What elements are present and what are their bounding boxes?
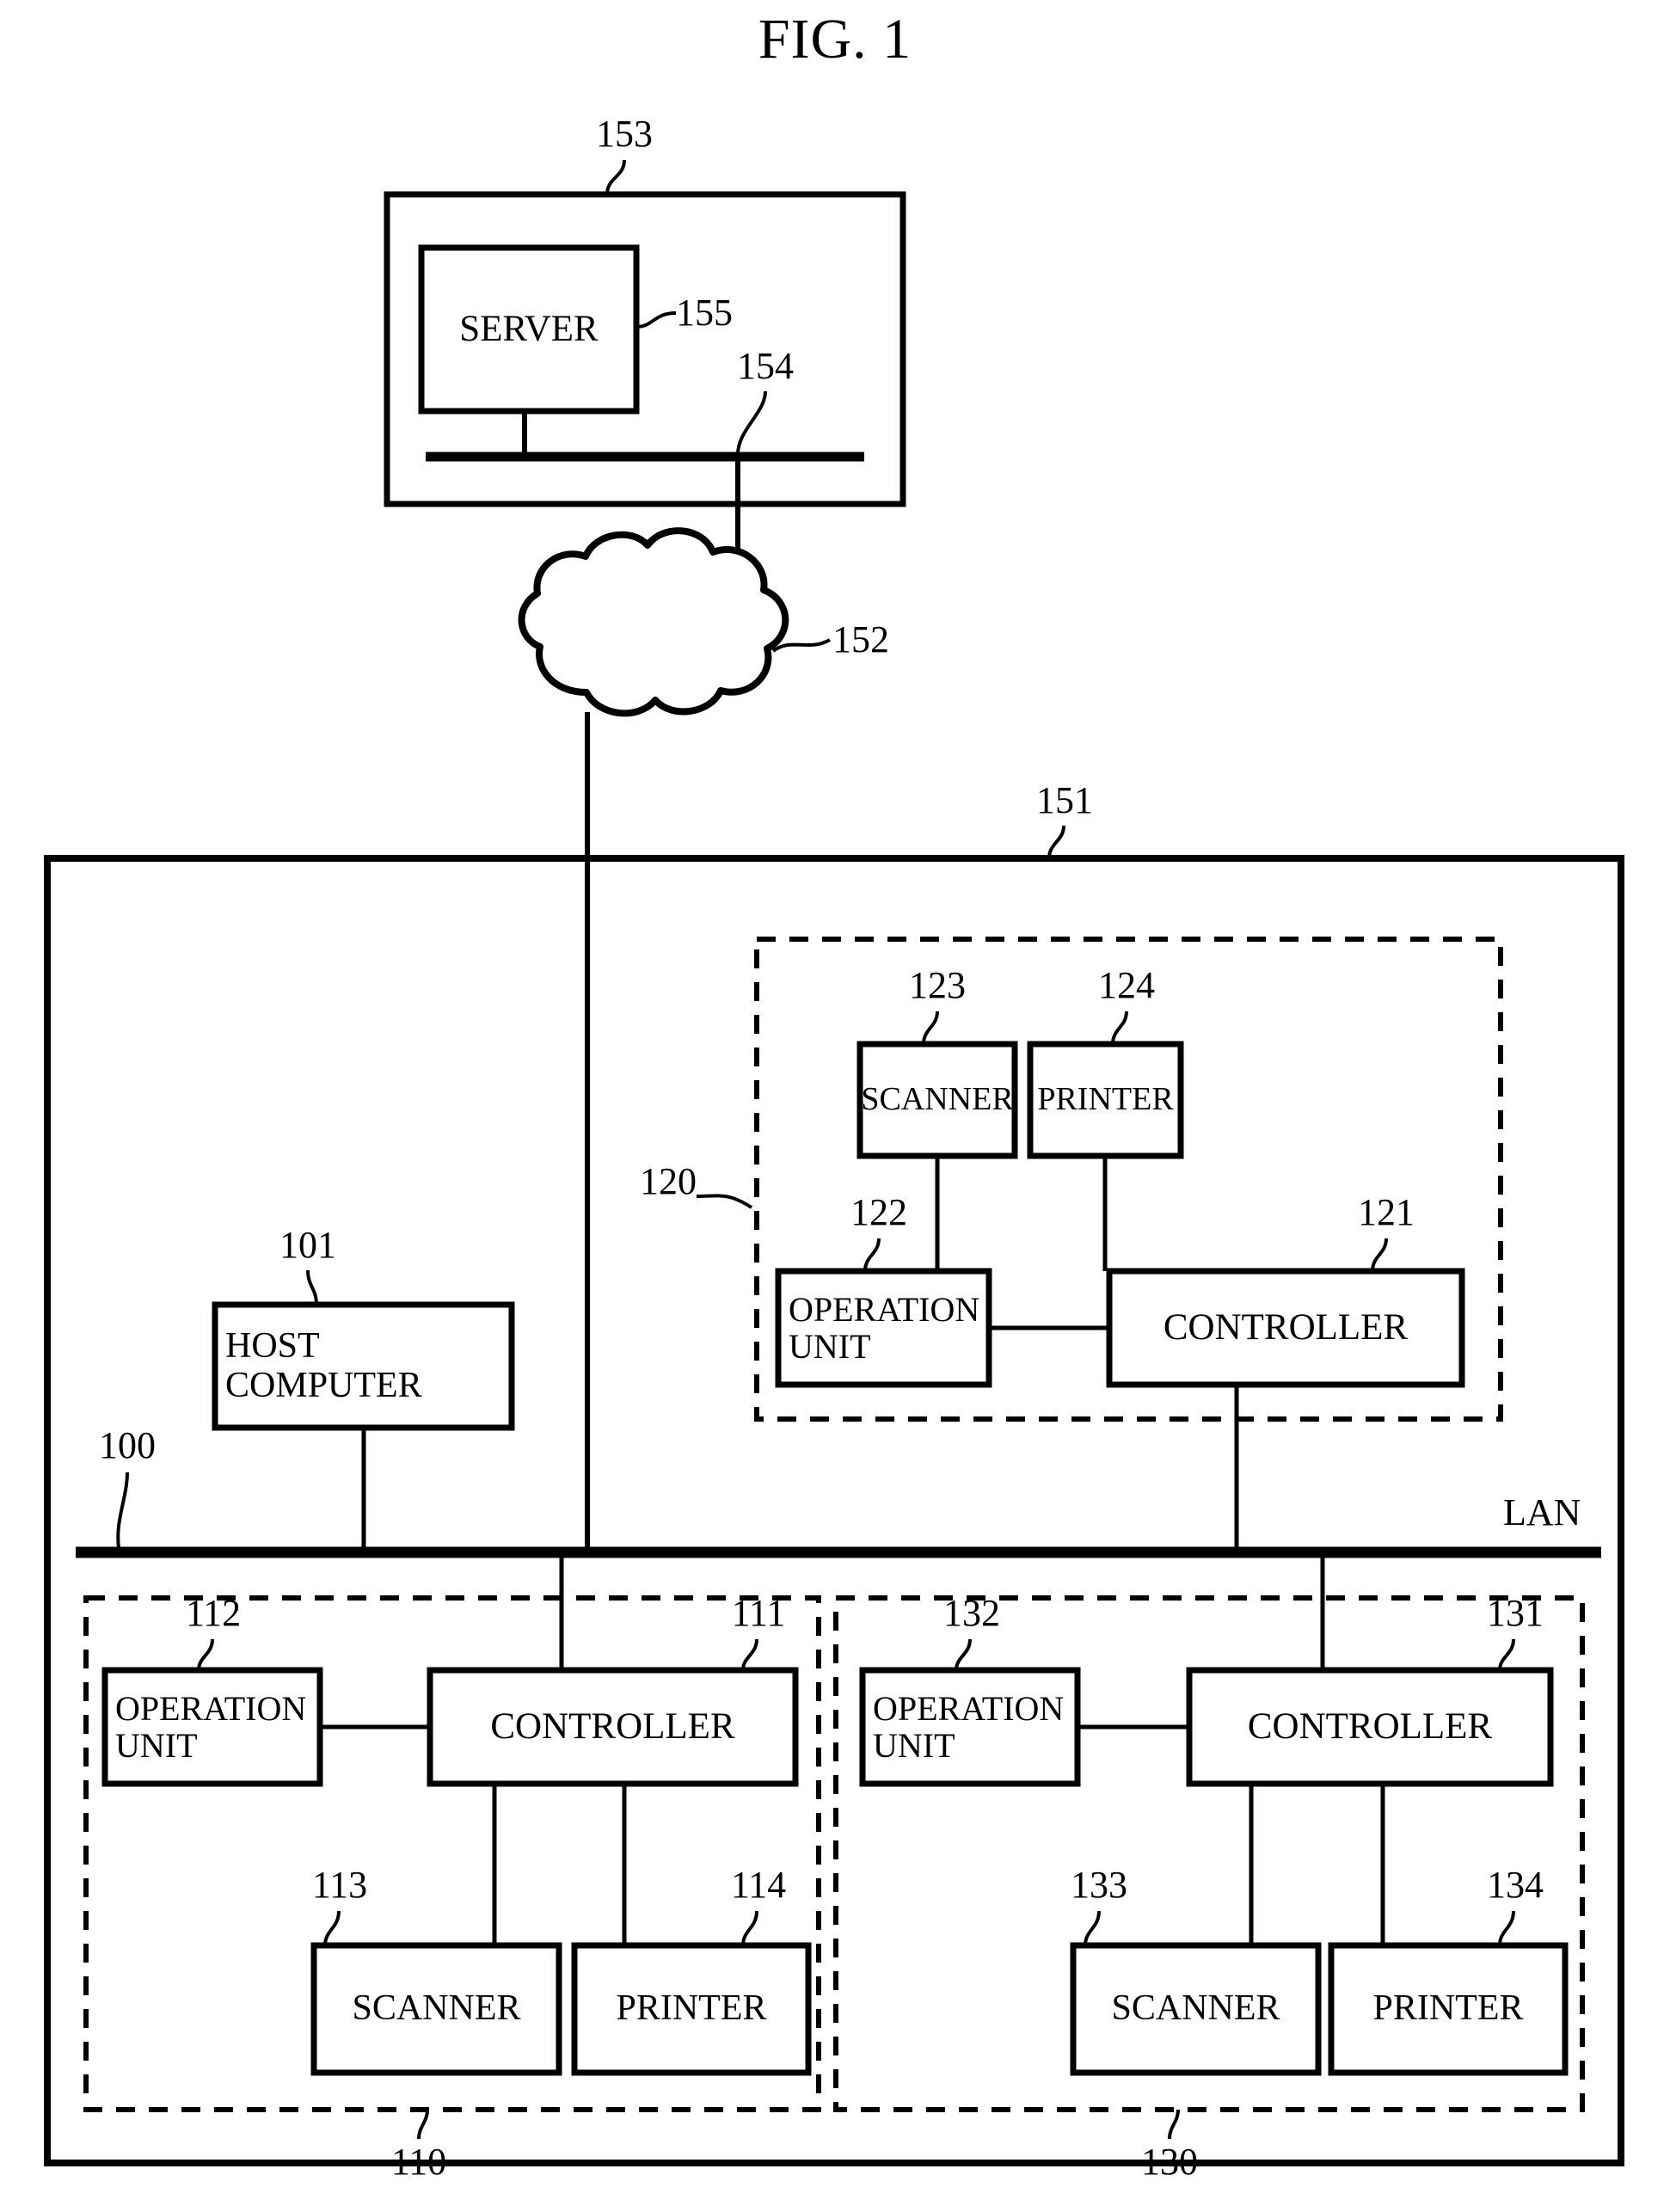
leader-134 bbox=[1498, 1910, 1515, 1946]
leader-110 bbox=[417, 2109, 429, 2140]
mfp-130-controller-label: CONTROLLER bbox=[1247, 1705, 1493, 1747]
leader-120 bbox=[696, 1194, 753, 1209]
leader-133 bbox=[1084, 1910, 1101, 1946]
server-box-label: SERVER bbox=[459, 308, 599, 349]
ref-155: 155 bbox=[676, 292, 733, 334]
host-computer-label: HOST COMPUTER bbox=[215, 1305, 512, 1428]
mfp-120-operation-unit-label: OPERATION UNIT bbox=[778, 1271, 989, 1385]
leader-151 bbox=[1047, 825, 1065, 859]
mfp-110-operation-unit-label: OPERATION UNIT bbox=[105, 1670, 320, 1784]
mfp-130-printer-label: PRINTER bbox=[1372, 1988, 1524, 2029]
leader-152 bbox=[771, 638, 831, 653]
ref-110: 110 bbox=[390, 2141, 447, 2183]
mfp-120-scanner-label: SCANNER bbox=[861, 1081, 1014, 1118]
ref-100: 100 bbox=[99, 1424, 156, 1466]
ref-111: 111 bbox=[731, 1592, 786, 1634]
leader-122 bbox=[863, 1238, 881, 1272]
leader-114 bbox=[741, 1910, 758, 1946]
mfp-110-opunit-line1: OPERATION bbox=[115, 1688, 307, 1728]
mfp-120-opunit-line1: OPERATION bbox=[789, 1289, 980, 1329]
mfp-120-printer-label: PRINTER bbox=[1037, 1081, 1174, 1118]
ref-151: 151 bbox=[1036, 779, 1093, 821]
leader-112 bbox=[197, 1638, 214, 1671]
mfp-120-controller-label: CONTROLLER bbox=[1163, 1306, 1409, 1348]
lan-label: LAN bbox=[1503, 1491, 1581, 1533]
ref-133: 133 bbox=[1071, 1864, 1127, 1906]
ref-123: 123 bbox=[909, 964, 966, 1006]
mfp-130-opunit-line2: UNIT bbox=[873, 1726, 955, 1765]
ref-122: 122 bbox=[850, 1191, 907, 1233]
ref-152: 152 bbox=[832, 618, 889, 661]
mfp-130-opunit-line1: OPERATION bbox=[873, 1688, 1065, 1728]
leader-121 bbox=[1371, 1238, 1388, 1272]
ref-153: 153 bbox=[596, 113, 653, 155]
ref-114: 114 bbox=[730, 1864, 787, 1906]
ref-134: 134 bbox=[1487, 1864, 1544, 1906]
leader-111 bbox=[741, 1638, 758, 1671]
diagram-canvas bbox=[44, 159, 1624, 2166]
leader-130 bbox=[1168, 2109, 1180, 2140]
ref-132: 132 bbox=[943, 1592, 1000, 1634]
ref-112: 112 bbox=[185, 1592, 242, 1634]
leader-131 bbox=[1498, 1638, 1515, 1671]
ref-124: 124 bbox=[1098, 964, 1155, 1006]
leader-101 bbox=[306, 1269, 318, 1306]
mfp-110-scanner-label: SCANNER bbox=[352, 1988, 521, 2029]
leader-100 bbox=[116, 1472, 129, 1549]
ref-113: 113 bbox=[311, 1864, 368, 1906]
leader-123 bbox=[922, 1011, 939, 1045]
patent-figure: FIG. 1 153 SERVER 155 154 152 151 120 12… bbox=[0, 0, 1670, 2212]
leader-153 bbox=[605, 159, 626, 195]
cloud-shape bbox=[518, 527, 789, 717]
mfp-130-operation-unit-label: OPERATION UNIT bbox=[863, 1670, 1078, 1784]
leader-154 bbox=[736, 390, 767, 455]
ref-131: 131 bbox=[1487, 1592, 1544, 1634]
ref-130: 130 bbox=[1141, 2141, 1198, 2183]
ref-154: 154 bbox=[737, 345, 794, 387]
mfp-110-controller-label: CONTROLLER bbox=[490, 1705, 735, 1747]
ref-121: 121 bbox=[1358, 1191, 1415, 1233]
mfp-120-opunit-line2: UNIT bbox=[789, 1327, 871, 1366]
ref-120: 120 bbox=[640, 1160, 697, 1202]
host-computer-line1: HOST bbox=[225, 1326, 320, 1367]
host-computer-line2: COMPUTER bbox=[225, 1365, 422, 1405]
leader-124 bbox=[1111, 1011, 1128, 1045]
ref-101: 101 bbox=[279, 1224, 336, 1266]
mfp-110-printer-label: PRINTER bbox=[616, 1988, 767, 2029]
mfp-130-scanner-label: SCANNER bbox=[1111, 1988, 1280, 2029]
leader-132 bbox=[955, 1638, 972, 1671]
mfp-110-opunit-line2: UNIT bbox=[115, 1726, 198, 1765]
leader-113 bbox=[323, 1910, 341, 1946]
leader-155 bbox=[635, 311, 677, 329]
